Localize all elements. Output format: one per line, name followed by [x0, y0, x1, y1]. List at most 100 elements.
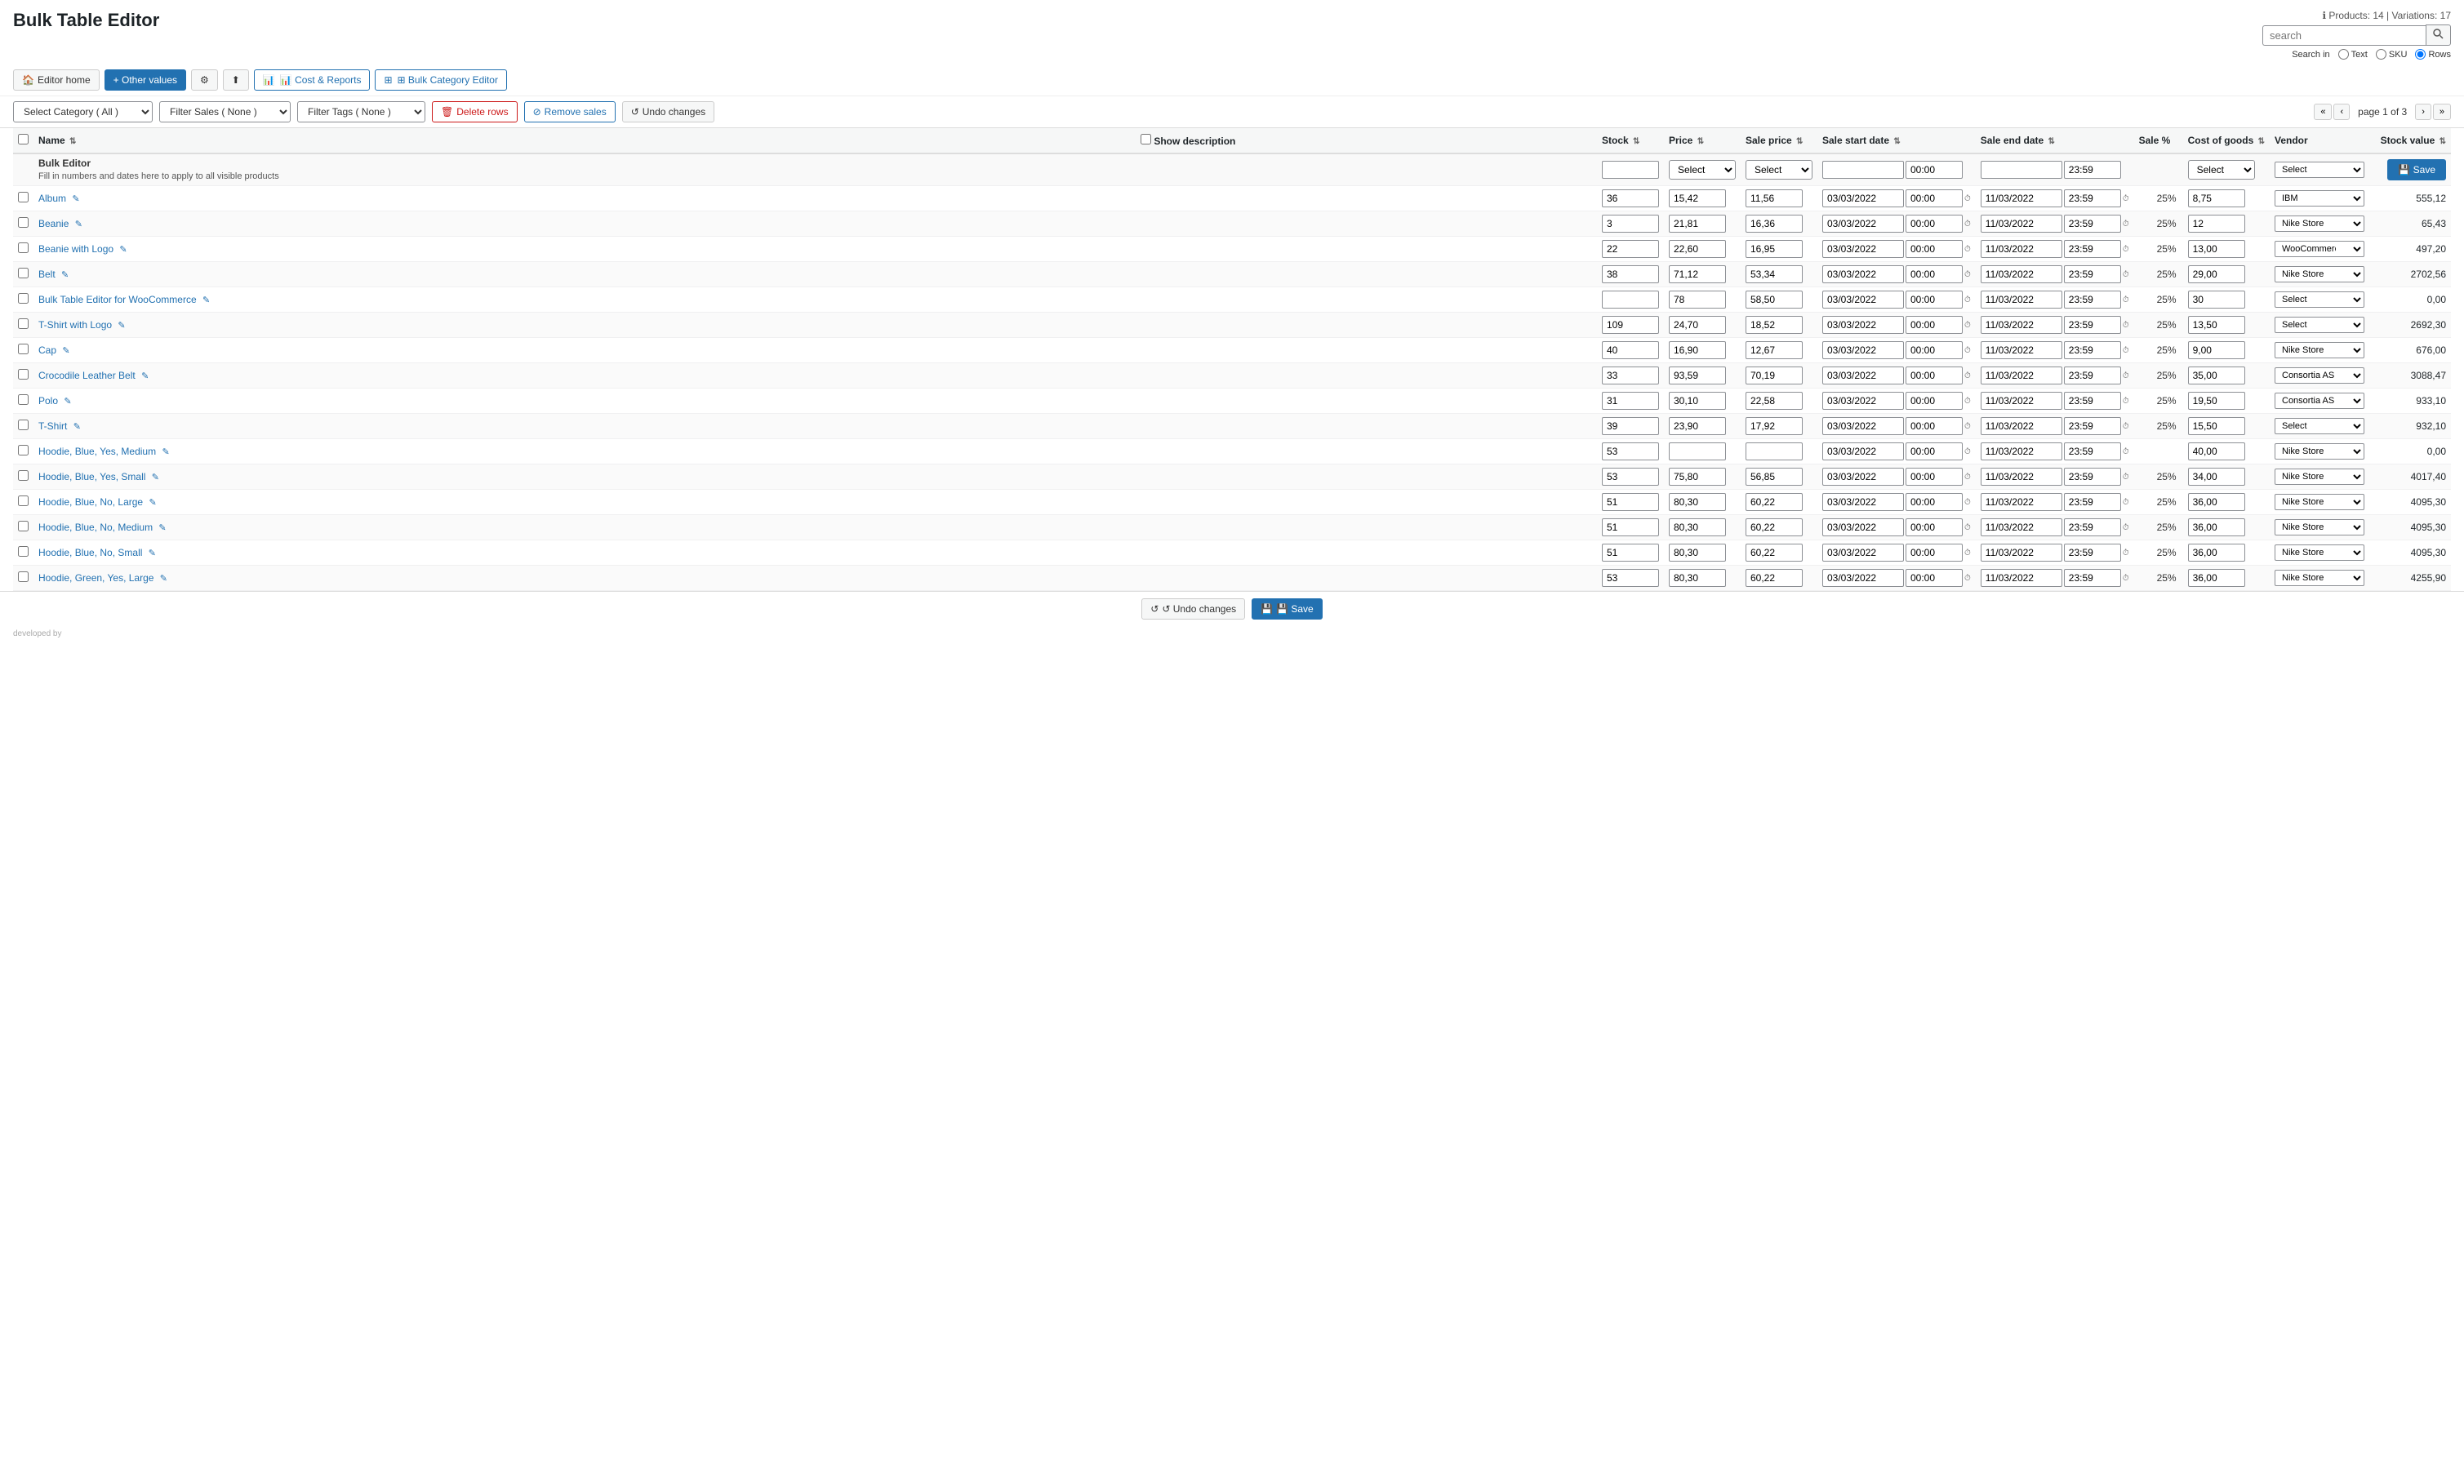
row-checkbox[interactable] — [18, 546, 29, 557]
search-rows-option[interactable]: Rows — [2415, 49, 2451, 60]
row-stock-cell[interactable] — [1597, 363, 1664, 389]
row-name-link[interactable]: Album — [38, 193, 66, 204]
row-sale-start-cell[interactable]: ⏱ — [1817, 338, 1976, 363]
row-stock-input[interactable] — [1602, 316, 1659, 334]
row-sale-start-time[interactable] — [1906, 417, 1963, 435]
search-input[interactable] — [2262, 25, 2426, 46]
header-sale-price[interactable]: Sale price ⇅ — [1741, 128, 1817, 153]
row-price-cell[interactable] — [1664, 287, 1741, 313]
row-stock-input[interactable] — [1602, 215, 1659, 233]
row-cost-cell[interactable] — [2183, 211, 2270, 237]
row-sale-end-cell[interactable]: ⏱ — [1976, 389, 2134, 414]
other-values-button[interactable]: + Other values — [105, 69, 186, 91]
row-price-cell[interactable] — [1664, 237, 1741, 262]
row-sale-end-cell[interactable]: ⏱ — [1976, 464, 2134, 490]
row-sale-start-cell[interactable]: ⏱ — [1817, 464, 1976, 490]
row-sale-price-cell[interactable] — [1741, 186, 1817, 211]
row-name-link[interactable]: Belt — [38, 269, 56, 280]
row-vendor-select[interactable]: SelectIBMNike StoreWooCommerceConsortia … — [2275, 317, 2364, 333]
row-sale-end-date[interactable] — [1981, 291, 2062, 309]
row-sale-end-time[interactable] — [2064, 468, 2121, 486]
pagination-last[interactable]: » — [2433, 104, 2451, 120]
bulk-stock-input[interactable] — [1602, 161, 1659, 179]
row-sale-end-cell[interactable]: ⏱ — [1976, 211, 2134, 237]
row-checkbox[interactable] — [18, 445, 29, 455]
delete-rows-button[interactable]: 🗑 Delete rows — [432, 101, 518, 122]
row-sale-end-time[interactable] — [2064, 240, 2121, 258]
bulk-editor-cost-cell[interactable]: Select — [2183, 153, 2270, 186]
row-stock-cell[interactable] — [1597, 237, 1664, 262]
upload-button[interactable]: ⬆ — [223, 69, 249, 91]
row-sale-start-date[interactable] — [1822, 493, 1904, 511]
row-edit-icon[interactable]: ✎ — [152, 473, 159, 482]
row-stock-input[interactable] — [1602, 341, 1659, 359]
row-sale-price-cell[interactable] — [1741, 439, 1817, 464]
row-sale-end-time[interactable] — [2064, 316, 2121, 334]
bulk-editor-price-cell[interactable]: Select — [1664, 153, 1741, 186]
row-sale-end-cell[interactable]: ⏱ — [1976, 338, 2134, 363]
row-name-link[interactable]: Crocodile Leather Belt — [38, 370, 136, 381]
row-cost-input[interactable] — [2188, 240, 2245, 258]
row-checkbox[interactable] — [18, 470, 29, 481]
row-edit-icon[interactable]: ✎ — [61, 270, 69, 280]
row-price-cell[interactable] — [1664, 211, 1741, 237]
row-vendor-select[interactable]: SelectIBMNike StoreWooCommerceConsortia … — [2275, 418, 2364, 434]
row-stock-input[interactable] — [1602, 240, 1659, 258]
row-checkbox-cell[interactable] — [13, 237, 33, 262]
row-cost-cell[interactable] — [2183, 363, 2270, 389]
row-cost-cell[interactable] — [2183, 313, 2270, 338]
row-edit-icon[interactable]: ✎ — [160, 574, 167, 584]
row-price-cell[interactable] — [1664, 414, 1741, 439]
bulk-sale-start-time[interactable] — [1906, 161, 1963, 179]
row-checkbox[interactable] — [18, 217, 29, 228]
row-vendor-select[interactable]: SelectIBMNike StoreWooCommerceConsortia … — [2275, 494, 2364, 510]
row-checkbox-cell[interactable] — [13, 389, 33, 414]
bulk-editor-save-cell[interactable]: 💾 Save — [2369, 153, 2451, 186]
row-cost-input[interactable] — [2188, 367, 2245, 384]
row-checkbox-cell[interactable] — [13, 313, 33, 338]
row-sale-start-time[interactable] — [1906, 341, 1963, 359]
row-vendor-cell[interactable]: SelectIBMNike StoreWooCommerceConsortia … — [2270, 313, 2369, 338]
row-sale-start-time[interactable] — [1906, 544, 1963, 562]
row-vendor-select[interactable]: SelectIBMNike StoreWooCommerceConsortia … — [2275, 266, 2364, 282]
row-cost-input[interactable] — [2188, 392, 2245, 410]
row-vendor-cell[interactable]: SelectIBMNike StoreWooCommerceConsortia … — [2270, 515, 2369, 540]
bulk-category-editor-button[interactable]: ⊞ ⊞ Bulk Category Editor — [375, 69, 507, 91]
row-edit-icon[interactable]: ✎ — [162, 447, 169, 457]
row-sale-end-date[interactable] — [1981, 240, 2062, 258]
select-all-checkbox[interactable] — [18, 134, 29, 144]
row-stock-input[interactable] — [1602, 291, 1659, 309]
row-sale-price-input[interactable] — [1746, 417, 1803, 435]
sales-filter[interactable]: Filter Sales ( None ) — [159, 101, 291, 122]
header-price[interactable]: Price ⇅ — [1664, 128, 1741, 153]
row-cost-input[interactable] — [2188, 493, 2245, 511]
row-stock-input[interactable] — [1602, 442, 1659, 460]
bottom-save-button[interactable]: 💾 💾 Save — [1252, 598, 1323, 620]
row-sale-start-cell[interactable]: ⏱ — [1817, 287, 1976, 313]
row-vendor-select[interactable]: SelectIBMNike StoreWooCommerceConsortia … — [2275, 215, 2364, 232]
row-checkbox-cell[interactable] — [13, 262, 33, 287]
row-vendor-select[interactable]: SelectIBMNike StoreWooCommerceConsortia … — [2275, 570, 2364, 586]
row-sale-price-input[interactable] — [1746, 392, 1803, 410]
row-sale-start-cell[interactable]: ⏱ — [1817, 439, 1976, 464]
row-stock-input[interactable] — [1602, 265, 1659, 283]
editor-home-button[interactable]: 🏠 Editor home — [13, 69, 100, 91]
row-checkbox[interactable] — [18, 369, 29, 380]
row-checkbox-cell[interactable] — [13, 540, 33, 566]
row-checkbox[interactable] — [18, 521, 29, 531]
row-price-input[interactable] — [1669, 569, 1726, 587]
pagination-next[interactable]: › — [2415, 104, 2431, 120]
row-edit-icon[interactable]: ✎ — [118, 321, 125, 331]
row-checkbox-cell[interactable] — [13, 490, 33, 515]
row-sale-end-date[interactable] — [1981, 493, 2062, 511]
row-sale-end-date[interactable] — [1981, 189, 2062, 207]
undo-changes-button[interactable]: ↺ Undo changes — [622, 101, 714, 122]
row-cost-input[interactable] — [2188, 544, 2245, 562]
row-price-cell[interactable] — [1664, 186, 1741, 211]
bulk-cost-select[interactable]: Select — [2188, 160, 2255, 180]
row-stock-cell[interactable] — [1597, 464, 1664, 490]
row-sale-start-cell[interactable]: ⏱ — [1817, 515, 1976, 540]
row-cost-input[interactable] — [2188, 265, 2245, 283]
row-price-input[interactable] — [1669, 493, 1726, 511]
row-price-input[interactable] — [1669, 544, 1726, 562]
